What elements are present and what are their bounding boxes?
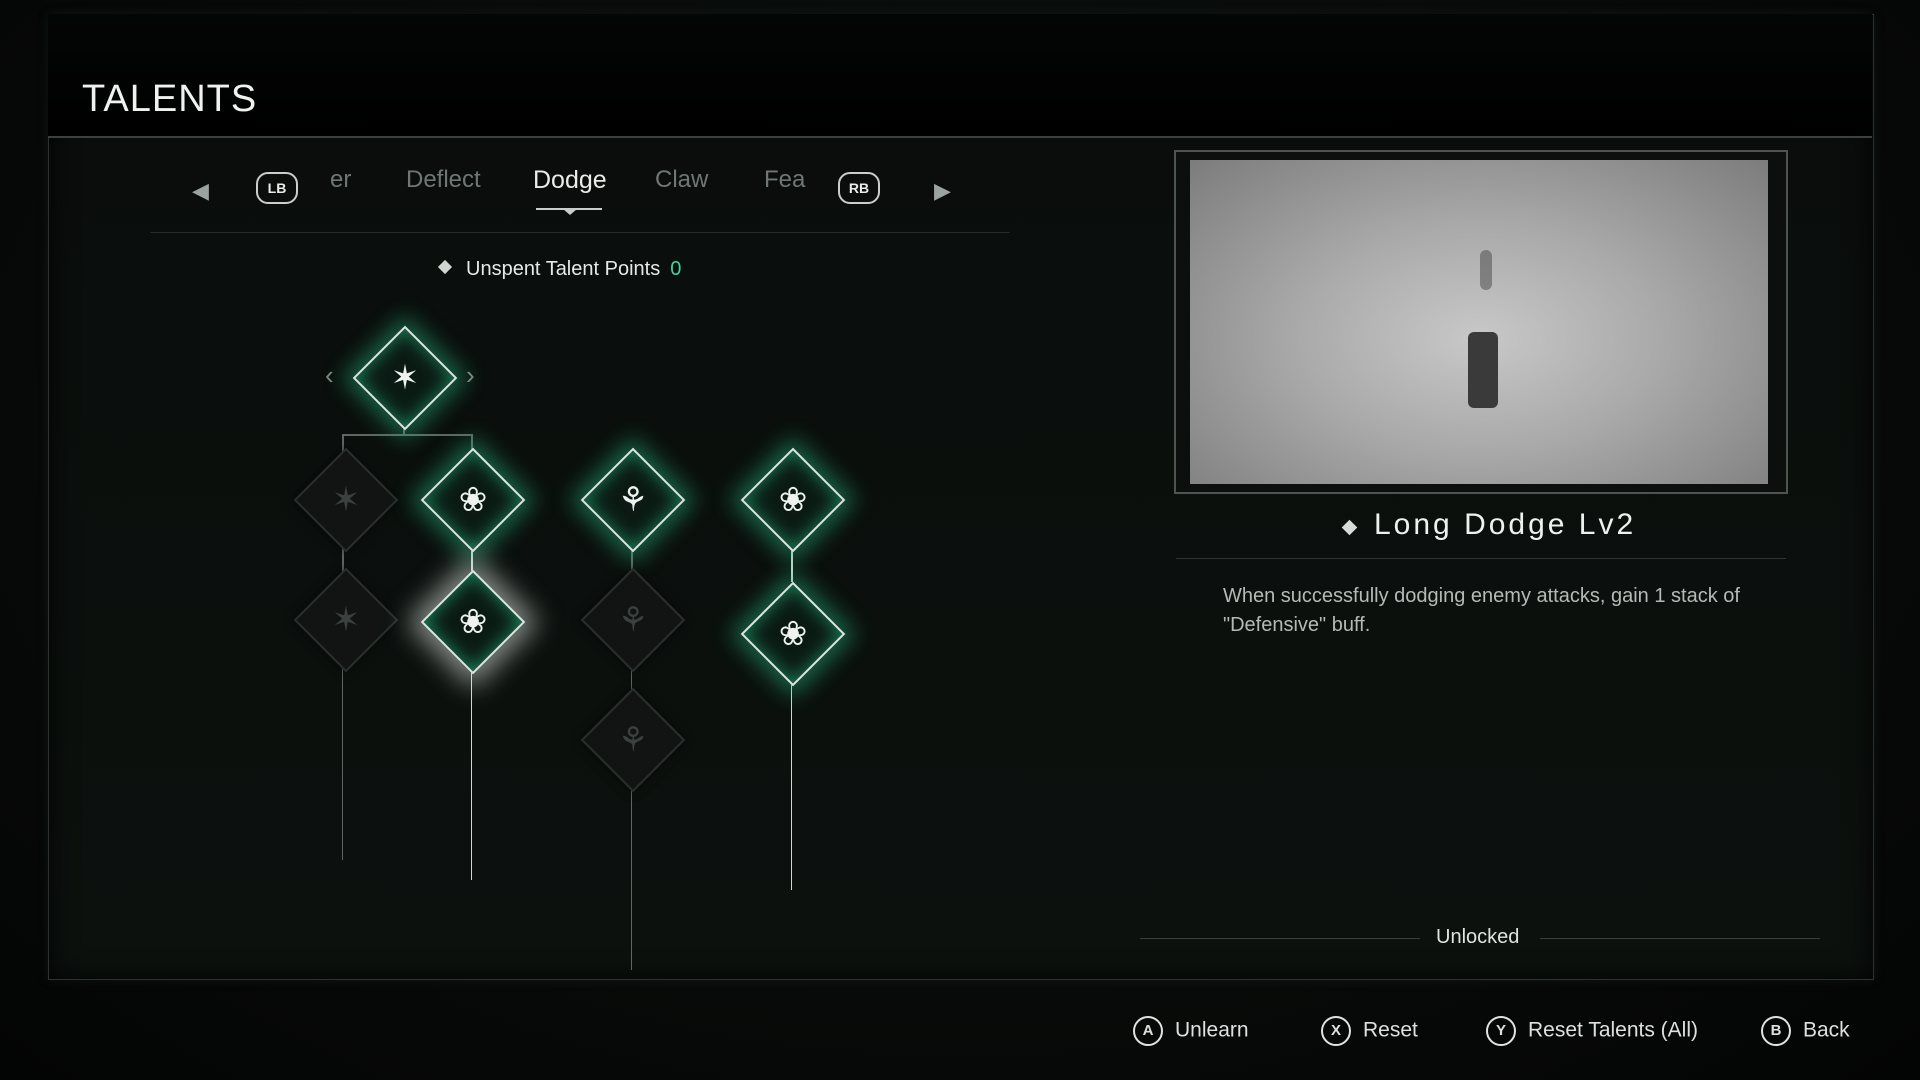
talent-node-c2r2-selected[interactable]: ❀ [420, 569, 526, 675]
talent-node-c1r2[interactable]: ✶ [293, 567, 399, 673]
enemy-figure [1480, 250, 1492, 290]
reset-label: Reset [1363, 1018, 1418, 1042]
b-button-icon: B [1761, 1016, 1791, 1046]
guard-icon: ⚘ [617, 721, 649, 759]
tree-connector [791, 670, 792, 890]
unlearn-label: Unlearn [1175, 1018, 1249, 1042]
tree-connector [342, 660, 343, 860]
skill-description: When successfully dodging enemy attacks,… [1223, 585, 1740, 636]
y-button-icon: Y [1486, 1016, 1516, 1046]
talent-tree: ‹ › ✶ ✶ ❀ ⚘ ❀ ✶ ❀ ⚘ ❀ ⚘ [0, 0, 1000, 1000]
skill-preview-video [1190, 160, 1768, 484]
talent-node-c3r1[interactable]: ⚘ [580, 447, 686, 553]
reset-all-label: Reset Talents (All) [1528, 1018, 1699, 1042]
x-button-icon: X [1321, 1016, 1351, 1046]
skill-title: Long Dodge Lv2 [1374, 508, 1637, 541]
talent-node-c4r1[interactable]: ❀ [740, 447, 846, 553]
dodge-slide-icon: ❀ [458, 481, 488, 519]
reset-all-action[interactable]: Y Reset Talents (All) [1486, 1016, 1698, 1046]
tree-connector [471, 660, 472, 880]
long-dodge-icon: ❀ [458, 603, 488, 641]
talent-node-c3r2[interactable]: ⚘ [580, 567, 686, 673]
tree-connector [342, 434, 472, 436]
talent-variant-prev-icon[interactable]: ‹ [325, 360, 334, 391]
skill-status: Unlocked [1436, 926, 1520, 948]
talent-node-c3r3[interactable]: ⚘ [580, 687, 686, 793]
spin-dodge-icon: ❀ [778, 615, 808, 653]
talent-node-c4r2[interactable]: ❀ [740, 581, 846, 687]
back-label: Back [1803, 1018, 1850, 1042]
reset-action[interactable]: X Reset [1321, 1016, 1418, 1046]
talent-node-c2r1[interactable]: ❀ [420, 447, 526, 553]
talent-node-c1r1[interactable]: ✶ [293, 447, 399, 553]
dodge-sprint-icon: ✶ [390, 359, 420, 397]
talent-variant-next-icon[interactable]: › [466, 360, 475, 391]
tree-connector [631, 780, 632, 970]
talent-node-root[interactable]: ✶ [352, 325, 458, 431]
unlearn-action[interactable]: A Unlearn [1133, 1016, 1249, 1046]
player-figure [1468, 332, 1498, 408]
guard-icon: ⚘ [617, 481, 649, 519]
dash-icon: ✶ [331, 481, 361, 519]
guard-icon: ⚘ [617, 601, 649, 639]
status-divider-left [1140, 938, 1420, 939]
spin-dodge-icon: ❀ [778, 481, 808, 519]
a-button-icon: A [1133, 1016, 1163, 1046]
dash-icon: ✶ [331, 601, 361, 639]
status-divider-right [1540, 938, 1820, 939]
detail-divider [1176, 558, 1786, 559]
back-action[interactable]: B Back [1761, 1016, 1850, 1046]
